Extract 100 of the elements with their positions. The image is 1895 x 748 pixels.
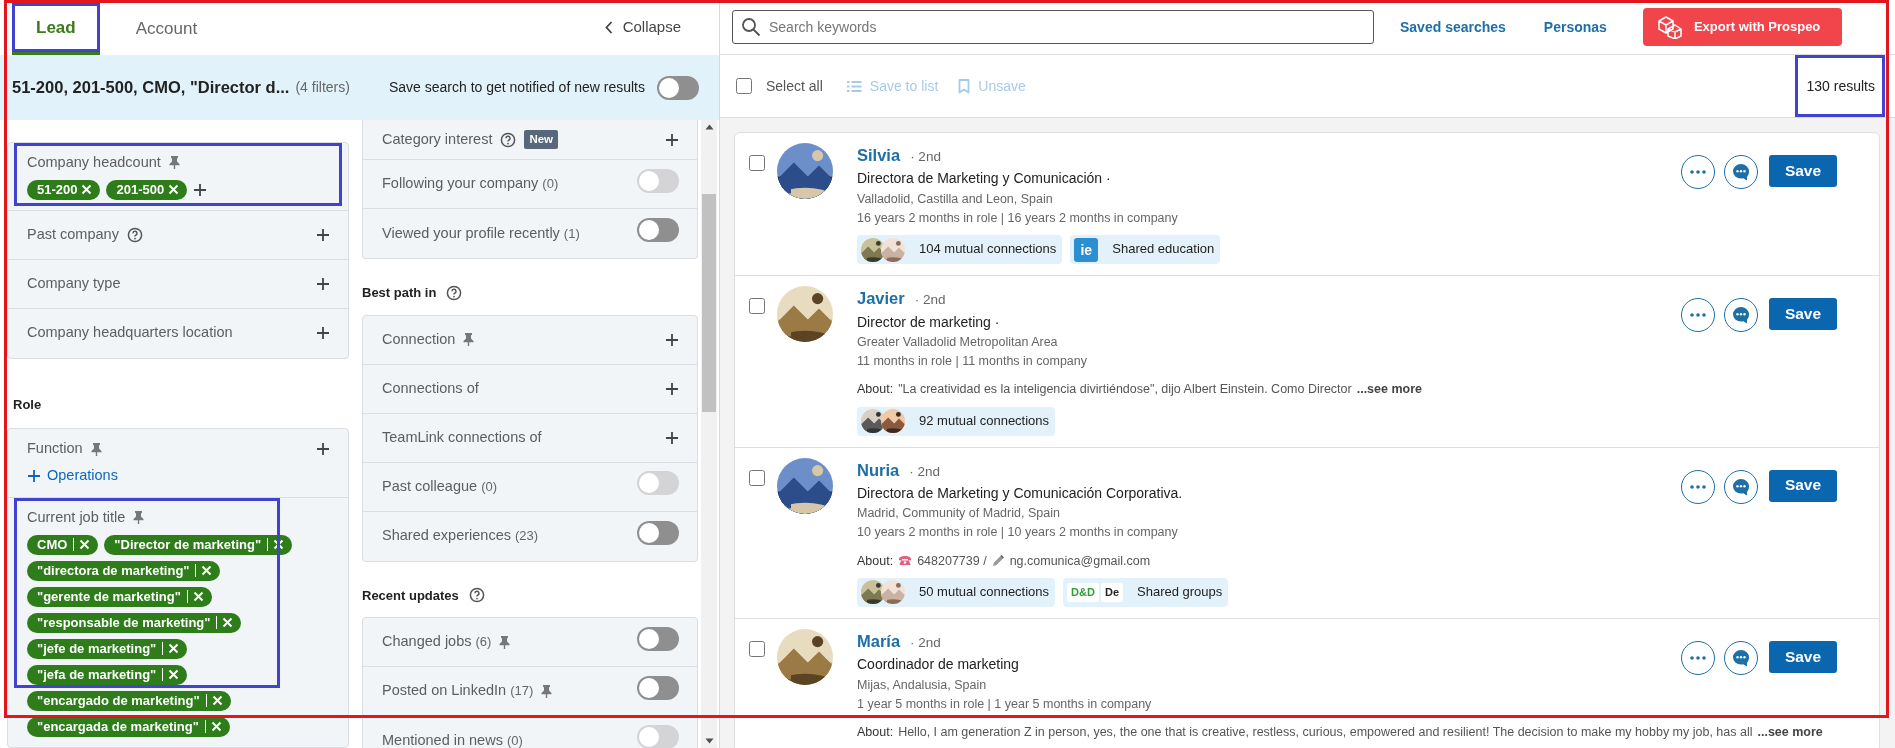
toggle-switch[interactable] bbox=[637, 626, 679, 651]
more-button[interactable] bbox=[1681, 155, 1715, 189]
insight-badge[interactable]: 92 mutual connections bbox=[857, 406, 1056, 436]
filter-count: (6) bbox=[475, 633, 492, 652]
lead-name[interactable]: Silvia bbox=[857, 145, 901, 167]
search-box[interactable]: Search keywords bbox=[732, 10, 1374, 44]
more-button[interactable] bbox=[1681, 640, 1715, 675]
plus-icon[interactable] bbox=[193, 182, 208, 197]
checkbox[interactable] bbox=[736, 78, 752, 94]
toggle-switch[interactable] bbox=[637, 675, 679, 700]
filter-label: Mentioned in news bbox=[382, 730, 503, 748]
remove-icon[interactable] bbox=[192, 591, 204, 602]
remove-icon[interactable] bbox=[79, 539, 91, 550]
tag-label: "encargada de marketing" bbox=[37, 718, 199, 735]
filter-label: Past colleague bbox=[382, 476, 478, 496]
lead-title: Directora de Marketing y Comunicación Corporativa. bbox=[857, 483, 1184, 503]
save-button[interactable]: Save bbox=[1769, 640, 1837, 673]
save-button[interactable]: Save bbox=[1769, 469, 1837, 502]
ellipsis-icon bbox=[1690, 170, 1706, 174]
remove-icon[interactable] bbox=[201, 565, 213, 576]
tag-label: "directora de marketing" bbox=[37, 562, 190, 579]
collapse-label: Collapse bbox=[622, 17, 681, 38]
plus-icon[interactable] bbox=[665, 332, 679, 347]
lead-location: Mijas, Andalusia, Spain bbox=[857, 676, 988, 693]
collapse-button[interactable]: Collapse bbox=[598, 15, 687, 40]
filter-label: Connections of bbox=[382, 378, 479, 398]
plus-icon[interactable] bbox=[316, 326, 330, 341]
see-more-link[interactable]: ...see more bbox=[1757, 724, 1823, 741]
insight-badge[interactable]: 50 mutual connections bbox=[857, 577, 1056, 607]
filter-label: Viewed your profile recently bbox=[382, 223, 560, 243]
filter-label: Company headcount bbox=[27, 153, 161, 172]
remove-icon[interactable] bbox=[81, 184, 93, 196]
toggle-switch[interactable] bbox=[657, 75, 699, 100]
insight-badge[interactable]: D&D De Shared groups bbox=[1063, 577, 1229, 607]
suggestion-link[interactable]: Operations bbox=[27, 465, 118, 487]
filter-count: (4 filters) bbox=[295, 78, 350, 97]
plus-icon[interactable] bbox=[665, 381, 679, 396]
remove-icon[interactable] bbox=[211, 695, 223, 706]
save-button[interactable]: Save bbox=[1769, 298, 1837, 331]
badge-text: 92 mutual connections bbox=[919, 412, 1050, 430]
insight-badge[interactable]: 104 mutual connections bbox=[857, 235, 1063, 265]
lead-title: Director de marketing · bbox=[857, 312, 1001, 331]
remove-icon[interactable] bbox=[210, 721, 222, 732]
nav-link[interactable]: Personas bbox=[1543, 16, 1607, 38]
message-icon bbox=[1731, 647, 1751, 668]
tag-label: 201-500 bbox=[116, 181, 165, 198]
plus-icon[interactable] bbox=[665, 132, 679, 147]
remove-icon[interactable] bbox=[168, 669, 180, 680]
toggle-switch[interactable] bbox=[637, 520, 679, 545]
new-badge: New bbox=[524, 129, 559, 150]
remove-icon[interactable] bbox=[168, 643, 180, 654]
message-button[interactable] bbox=[1724, 469, 1758, 504]
lead-location: Madrid, Community of Madrid, Spain bbox=[857, 505, 1061, 522]
plus-icon[interactable] bbox=[316, 227, 330, 242]
message-button[interactable] bbox=[1724, 298, 1758, 333]
search-field[interactable]: Search keywords bbox=[767, 15, 1365, 39]
toggle-switch[interactable] bbox=[637, 218, 679, 243]
message-button[interactable] bbox=[1724, 155, 1758, 189]
checkbox[interactable] bbox=[749, 298, 765, 315]
plus-icon[interactable] bbox=[316, 276, 330, 291]
about-label: About: bbox=[857, 724, 894, 741]
more-button[interactable] bbox=[1681, 469, 1715, 504]
lead-name[interactable]: Javier bbox=[857, 288, 905, 310]
checkbox[interactable] bbox=[749, 469, 765, 486]
see-more-link[interactable]: ...see more bbox=[1356, 381, 1422, 398]
lead-name[interactable]: Nuria bbox=[857, 459, 900, 481]
lead-tenure: 10 years 2 months in role | 10 years 2 months in company bbox=[857, 524, 1179, 541]
more-button[interactable] bbox=[1681, 298, 1715, 333]
plus-icon[interactable] bbox=[316, 442, 330, 457]
filter-count: (0) bbox=[542, 175, 559, 194]
tag-label: "responsable de marketing" bbox=[37, 614, 211, 631]
checkbox[interactable] bbox=[749, 155, 765, 171]
badge-text: 104 mutual connections bbox=[919, 241, 1057, 259]
plus-icon[interactable] bbox=[665, 430, 679, 445]
checkbox[interactable] bbox=[749, 640, 765, 657]
insight-badge[interactable]: ie Shared education bbox=[1070, 235, 1221, 265]
chevron-left-icon bbox=[604, 21, 613, 34]
filter-label: Company type bbox=[27, 273, 121, 293]
remove-icon[interactable] bbox=[168, 184, 180, 196]
ellipsis-icon bbox=[1690, 655, 1706, 660]
remove-icon[interactable] bbox=[273, 539, 285, 550]
lead-name[interactable]: María bbox=[857, 630, 901, 653]
filter-label: Company headquarters location bbox=[27, 323, 233, 343]
nav-link[interactable]: Saved searches bbox=[1400, 16, 1506, 38]
scrollbar[interactable] bbox=[701, 120, 717, 748]
export-button[interactable]: Export with Prospeo bbox=[1642, 8, 1843, 46]
plus-icon bbox=[27, 468, 41, 483]
scroll-down-icon[interactable] bbox=[704, 738, 714, 744]
about-text: Hello, I am generation Z in person, yes, the one that is creative, restless, curious, empowered and resilient! The decision to make my hobby my job, has all bbox=[898, 724, 1753, 741]
save-button[interactable]: Save bbox=[1769, 155, 1837, 187]
filter-label: Category interest bbox=[382, 129, 493, 149]
scroll-up-icon[interactable] bbox=[704, 124, 714, 130]
message-button[interactable] bbox=[1724, 640, 1758, 675]
remove-icon[interactable] bbox=[222, 617, 234, 628]
filter-label: Following your company bbox=[382, 174, 539, 194]
bookmark-icon bbox=[958, 78, 971, 94]
tag-label: 51-200 bbox=[37, 181, 78, 198]
filter-label: TeamLink connections of bbox=[382, 427, 542, 447]
message-icon bbox=[1731, 162, 1751, 182]
tab[interactable]: Account bbox=[111, 3, 222, 55]
